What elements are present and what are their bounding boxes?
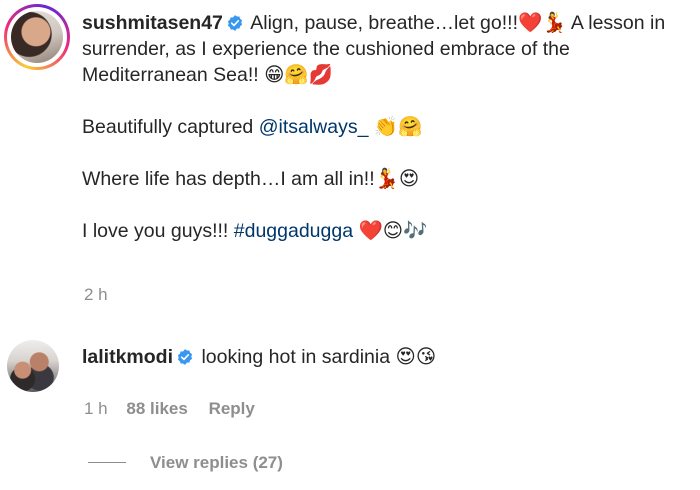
mention-link[interactable]: @itsalways_ bbox=[259, 116, 369, 138]
paragraph-emoji: ❤️😊🎶 bbox=[353, 220, 428, 242]
username-link[interactable]: sushmitasen47 bbox=[82, 12, 223, 34]
avatar[interactable] bbox=[11, 11, 63, 63]
paragraph-text: Beautifully captured bbox=[82, 116, 259, 138]
comment-paragraph-1: lalitkmodi looking hot in sardinia 😍😘 bbox=[82, 344, 694, 370]
comment-text: looking hot in sardinia 😍😘 bbox=[201, 346, 437, 368]
comment-time[interactable]: 2 h bbox=[84, 285, 108, 304]
comment-paragraph-3: Where life has depth…I am all in!!💃😍 bbox=[82, 166, 694, 192]
avatar[interactable] bbox=[7, 340, 59, 392]
comment-paragraph-4: I love you guys!!! #duggadugga ❤️😊🎶 bbox=[82, 218, 694, 244]
likes-count[interactable]: 88 likes bbox=[126, 399, 187, 418]
comment-time[interactable]: 1 h bbox=[84, 399, 108, 418]
view-replies-button[interactable]: View replies (27) bbox=[150, 453, 283, 473]
username-link[interactable]: lalitkmodi bbox=[82, 346, 173, 368]
reply-button[interactable]: Reply bbox=[209, 399, 255, 418]
comment-paragraph-2: Beautifully captured @itsalways_ 👏🤗 bbox=[82, 114, 694, 140]
paragraph-text: I love you guys!!! bbox=[82, 220, 234, 242]
view-replies-label: View replies (27) bbox=[150, 453, 283, 472]
verified-badge-icon bbox=[227, 15, 242, 31]
paragraph-text: Where life has depth…I am all in!!💃😍 bbox=[82, 168, 420, 190]
comment-body: sushmitasen47 Align, pause, breathe…let … bbox=[82, 10, 694, 244]
comment-body: lalitkmodi looking hot in sardinia 😍😘 bbox=[82, 344, 694, 370]
comment-meta: 1 h 88 likes Reply bbox=[84, 399, 255, 419]
verified-badge-icon bbox=[177, 349, 193, 365]
comment-paragraph-1: sushmitasen47 Align, pause, breathe…let … bbox=[82, 10, 694, 88]
avatar-story-ring[interactable] bbox=[4, 4, 70, 70]
hashtag-link[interactable]: #duggadugga bbox=[234, 220, 353, 242]
view-replies-divider bbox=[88, 462, 126, 463]
avatar-border bbox=[7, 7, 67, 67]
paragraph-emoji: 👏🤗 bbox=[368, 116, 423, 138]
comment-meta: 2 h bbox=[84, 285, 108, 305]
